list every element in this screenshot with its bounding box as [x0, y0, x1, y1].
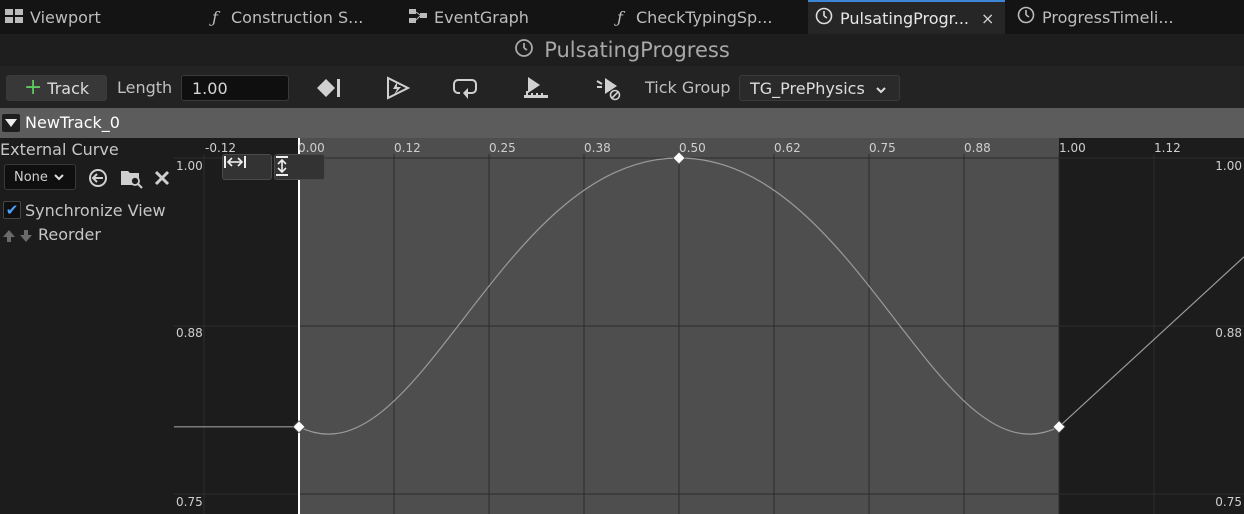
- time-tick-label: 1.12: [1154, 141, 1181, 155]
- loop-icon[interactable]: [452, 75, 480, 101]
- time-tick-label: 0.62: [774, 141, 801, 155]
- track-name[interactable]: NewTrack_0: [25, 113, 120, 132]
- value-label-right: 0.88: [1215, 326, 1242, 340]
- time-tick-label: 0.50: [679, 141, 706, 155]
- tab-progress-timeline[interactable]: ProgressTimeli...: [1016, 0, 1174, 34]
- autoplay-icon[interactable]: [384, 75, 412, 101]
- tab-event-graph[interactable]: EventGraph: [408, 0, 529, 34]
- use-last-keyframe-icon[interactable]: [314, 75, 342, 101]
- chevron-down-icon: [53, 171, 65, 187]
- plus-icon: +: [23, 75, 43, 100]
- track-header[interactable]: NewTrack_0: [0, 108, 1244, 138]
- clock-icon: [814, 7, 834, 29]
- time-tick-label: 1.00: [1059, 141, 1086, 155]
- time-tick-label: 0.25: [489, 141, 516, 155]
- value-label-left: 0.75: [176, 495, 203, 509]
- move-up-icon[interactable]: [2, 228, 16, 247]
- tick-group-dropdown[interactable]: TG_PrePhysics: [739, 75, 900, 101]
- use-selected-curve-icon[interactable]: [87, 167, 109, 189]
- tab-label: Construction S...: [231, 7, 364, 27]
- value-label-left: 1.00: [176, 159, 203, 173]
- time-tick-label: 0.00: [298, 141, 325, 155]
- collapse-track-icon[interactable]: [2, 114, 20, 132]
- viewport-icon: [4, 8, 24, 27]
- checkmark-icon: ✔: [5, 201, 19, 219]
- clock-icon: [1016, 6, 1036, 28]
- clear-curve-icon[interactable]: [153, 169, 171, 187]
- tick-group-label: Tick Group: [645, 78, 731, 97]
- tab-construction-script[interactable]: ƒ Construction S...: [205, 0, 363, 34]
- tab-viewport[interactable]: Viewport: [4, 0, 101, 34]
- tab-label: Viewport: [30, 7, 101, 27]
- tab-bar: Viewport ƒ Construction S... EventGraph …: [0, 0, 1244, 34]
- time-tick-label: -0.12: [205, 141, 237, 155]
- time-tick-label: 0.38: [584, 141, 611, 155]
- synchronize-view-checkbox[interactable]: ✔: [3, 201, 21, 219]
- tab-label: EventGraph: [434, 7, 529, 27]
- reorder-label: Reorder: [38, 225, 101, 244]
- tab-label: CheckTypingSp...: [636, 7, 773, 27]
- chevron-down-icon: [875, 81, 887, 100]
- timeline-title-bar: PulsatingProgress: [0, 34, 1244, 66]
- external-curve-label: External Curve: [0, 140, 119, 159]
- track-side-panel: External Curve None ✔ Synchronize View R…: [0, 138, 174, 514]
- function-icon: ƒ: [617, 7, 623, 27]
- value-label-right: 1.00: [1215, 159, 1242, 173]
- close-icon[interactable]: ×: [981, 9, 994, 28]
- time-tick-label: 0.12: [394, 141, 421, 155]
- curve-canvas[interactable]: [174, 138, 1244, 514]
- length-input[interactable]: [181, 75, 289, 101]
- tab-label: PulsatingProgr...: [840, 8, 970, 28]
- add-track-button[interactable]: + Track: [6, 75, 107, 101]
- curve-graph[interactable]: -0.12 0.00 0.12 0.25 0.38 0.50 0.62 0.75…: [174, 138, 1244, 514]
- page-title: PulsatingProgress: [544, 38, 730, 62]
- tab-check-typing-speed[interactable]: ƒ CheckTypingSp...: [610, 0, 772, 34]
- synchronize-view-label: Synchronize View: [25, 201, 166, 220]
- replicated-icon[interactable]: [522, 75, 550, 101]
- external-curve-select[interactable]: None: [4, 164, 76, 190]
- value-label-left: 0.88: [176, 326, 203, 340]
- external-curve-value: None: [14, 169, 48, 185]
- move-down-icon[interactable]: [19, 228, 33, 247]
- time-tick-label: 0.75: [869, 141, 896, 155]
- zoom-to-fit-horizontal-button[interactable]: [222, 154, 272, 180]
- clock-icon: [514, 38, 534, 63]
- browse-curve-icon[interactable]: [119, 167, 143, 189]
- ignore-time-dilation-icon[interactable]: [595, 75, 623, 101]
- timeline-toolbar: + Track Length Tick Group TG_PrePhysics: [0, 66, 1244, 108]
- tab-pulsating-progress[interactable]: PulsatingProgr... ×: [808, 0, 1005, 34]
- value-label-right: 0.75: [1215, 495, 1242, 509]
- length-label: Length: [117, 78, 173, 97]
- tick-group-value: TG_PrePhysics: [750, 78, 865, 98]
- tab-label: ProgressTimeli...: [1042, 7, 1174, 27]
- graph-icon: [408, 8, 428, 27]
- add-track-label: Track: [47, 78, 90, 98]
- zoom-to-fit-vertical-button[interactable]: [274, 154, 325, 180]
- function-icon: ƒ: [212, 7, 218, 27]
- time-tick-label: 0.88: [964, 141, 991, 155]
